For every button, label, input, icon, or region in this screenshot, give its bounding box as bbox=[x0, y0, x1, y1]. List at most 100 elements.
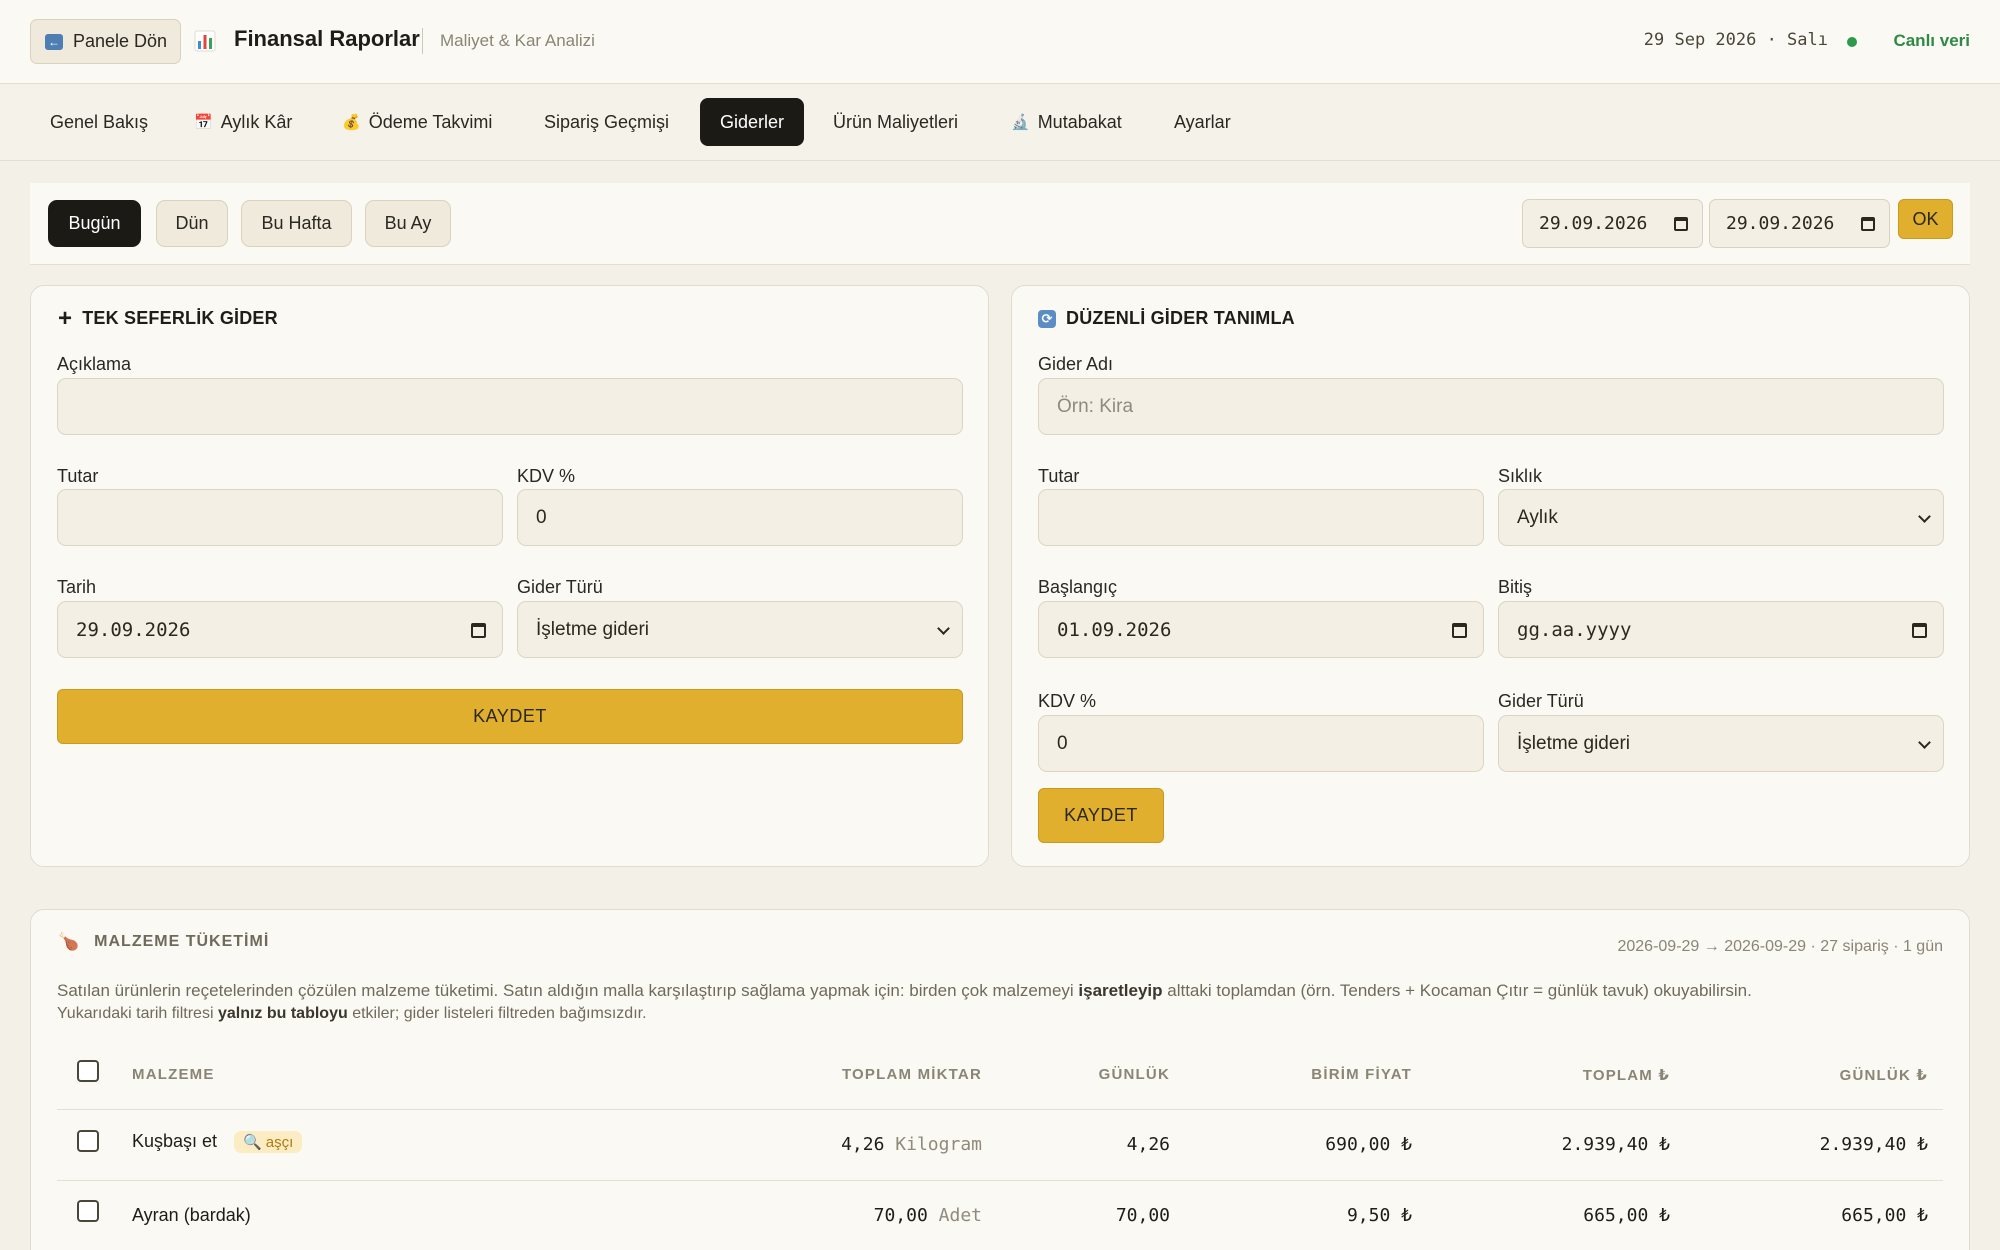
header-date: 29 Sep 2026 · Salı bbox=[1643, 30, 1828, 50]
desc-bold-text: işaretleyip bbox=[1078, 981, 1163, 1000]
page-title: Finansal Raporlar bbox=[234, 26, 420, 51]
apply-date-button[interactable]: OK bbox=[1898, 199, 1953, 239]
one-time-expense-card bbox=[30, 285, 989, 867]
vat-input[interactable]: 0 bbox=[517, 489, 963, 546]
column-header-unit-price: BİRİM FİYAT bbox=[1311, 1066, 1412, 1083]
date-filter-bar: Bugün Dün Bu Hafta Bu Ay 29.09.2026 29.0… bbox=[30, 183, 1970, 265]
tab-product-costs[interactable]: Ürün Maliyetleri bbox=[813, 98, 978, 146]
tab-payment-calendar[interactable]: 💰 Ödeme Takvimi bbox=[322, 98, 512, 146]
table-divider bbox=[57, 1109, 1943, 1110]
refresh-icon: ⟳ bbox=[1038, 309, 1056, 328]
recurring-vat-input[interactable]: 0 bbox=[1038, 715, 1484, 772]
recurring-type-label: Gider Türü bbox=[1498, 691, 1584, 711]
consumption-description: Satılan ürünlerin reçetelerinden çözülen… bbox=[57, 977, 1947, 1005]
range-yesterday-button[interactable]: Dün bbox=[156, 200, 228, 247]
range-this-week-button[interactable]: Bu Hafta bbox=[241, 200, 352, 247]
page-subtitle: Maliyet & Kar Analizi bbox=[440, 31, 595, 50]
recurring-type-value: İşletme gideri bbox=[1517, 732, 1630, 754]
recurring-end-input[interactable]: gg.aa.yyyy bbox=[1498, 601, 1944, 658]
column-header-daily-try: GÜNLÜK ₺ bbox=[1839, 1067, 1928, 1084]
select-all-checkbox[interactable] bbox=[77, 1060, 99, 1082]
quantity-value: 4,26 bbox=[841, 1134, 885, 1155]
back-to-panel-button[interactable]: ← Panele Dön bbox=[30, 19, 181, 64]
quantity-unit: Adet bbox=[938, 1205, 982, 1226]
header: ← Panele Dön Finansal Raporlar Maliyet &… bbox=[0, 0, 2000, 84]
date-label: Tarih bbox=[57, 577, 97, 597]
start-date-value: 29.09.2026 bbox=[1539, 213, 1648, 234]
desc-bold-text: yalnız bu tabloyu bbox=[217, 1005, 348, 1022]
end-date-value: 29.09.2026 bbox=[1726, 213, 1835, 234]
recurring-vat-value: 0 bbox=[1057, 732, 1068, 754]
quantity-unit: Kilogram bbox=[895, 1134, 982, 1155]
chevron-down-icon bbox=[1918, 510, 1931, 523]
back-arrow-icon: ← bbox=[45, 33, 63, 50]
frequency-select[interactable]: Aylık bbox=[1498, 489, 1944, 546]
tab-monthly-profit[interactable]: 📅 Aylık Kâr bbox=[174, 98, 312, 146]
consumption-filter-note: Yukarıdaki tarih filtresi yalnız bu tabl… bbox=[57, 1005, 647, 1023]
money-bag-icon: 💰 bbox=[342, 114, 361, 131]
vat-value: 0 bbox=[536, 506, 547, 528]
expense-type-select[interactable]: İşletme gideri bbox=[517, 601, 963, 658]
total-quantity-cell: 70,00 Adet bbox=[742, 1205, 982, 1226]
tab-expenses[interactable]: Giderler bbox=[700, 98, 805, 146]
tab-settings[interactable]: Ayarlar bbox=[1154, 98, 1251, 146]
quantity-value: 70,00 bbox=[873, 1205, 928, 1226]
tab-reconciliation[interactable]: 🔬 Mutabakat bbox=[991, 98, 1142, 146]
recurring-start-value: 01.09.2026 bbox=[1057, 618, 1172, 641]
table-row-material: Kuşbaşı et 🔍 aşçı bbox=[132, 1131, 303, 1154]
expense-name-label: Gider Adı bbox=[1038, 354, 1114, 374]
live-dot-icon bbox=[1847, 37, 1857, 47]
daily-try-cell: 2.939,40 ₺ bbox=[1819, 1134, 1928, 1155]
column-header-material: MALZEME bbox=[132, 1066, 215, 1083]
badge-label: aşçı bbox=[265, 1133, 294, 1151]
tab-label: Mutabakat bbox=[1037, 111, 1122, 132]
daily-cell: 4,26 bbox=[1126, 1134, 1170, 1155]
tab-overview[interactable]: Genel Bakış bbox=[30, 98, 168, 146]
save-one-time-button[interactable]: KAYDET bbox=[57, 689, 963, 744]
drumstick-icon: 🍗 bbox=[58, 932, 81, 951]
chevron-down-icon bbox=[1918, 736, 1931, 749]
range-this-month-button[interactable]: Bu Ay bbox=[365, 200, 451, 247]
expense-name-input[interactable]: Örn: Kira bbox=[1038, 378, 1944, 435]
chevron-down-icon bbox=[937, 622, 950, 635]
tab-label: Ödeme Takvimi bbox=[368, 111, 493, 132]
tab-label: Sipariş Geçmişi bbox=[544, 111, 670, 132]
recurring-amount-input[interactable] bbox=[1038, 489, 1484, 546]
save-recurring-button[interactable]: KAYDET bbox=[1038, 788, 1164, 843]
amount-input[interactable] bbox=[57, 489, 503, 546]
card-title-text: MALZEME TÜKETİMİ bbox=[94, 933, 270, 950]
range-today-button[interactable]: Bugün bbox=[48, 200, 141, 247]
tab-label: Genel Bakış bbox=[50, 111, 149, 132]
desc-text: Satılan ürünlerin reçetelerinden çözülen… bbox=[57, 981, 1079, 1000]
column-header-total-quantity: TOPLAM MİKTAR bbox=[841, 1066, 982, 1083]
recurring-start-input[interactable]: 01.09.2026 bbox=[1038, 601, 1484, 658]
column-header-total-try: TOPLAM ₺ bbox=[1582, 1067, 1670, 1084]
frequency-value: Aylık bbox=[1517, 506, 1558, 528]
desc-text: alttaki toplamdan (örn. Tenders + Kocama… bbox=[1162, 981, 1752, 1000]
expense-type-label: Gider Türü bbox=[517, 577, 603, 597]
back-button-label: Panele Dön bbox=[73, 31, 168, 51]
table-row-material: Ayran (bardak) bbox=[132, 1205, 251, 1225]
start-date-input[interactable]: 29.09.2026 bbox=[1522, 199, 1703, 248]
tab-order-history[interactable]: Sipariş Geçmişi bbox=[524, 98, 689, 146]
tab-label: Ayarlar bbox=[1174, 111, 1231, 132]
total-try-cell: 2.939,40 ₺ bbox=[1561, 1134, 1670, 1155]
daily-cell: 70,00 bbox=[1115, 1205, 1170, 1226]
row-checkbox[interactable] bbox=[77, 1200, 99, 1222]
end-date-input[interactable]: 29.09.2026 bbox=[1709, 199, 1890, 248]
bar-chart-icon bbox=[194, 30, 216, 52]
calendar-icon bbox=[1674, 217, 1688, 231]
recurring-vat-label: KDV % bbox=[1038, 691, 1097, 711]
total-try-cell: 665,00 ₺ bbox=[1583, 1205, 1670, 1226]
one-time-expense-title: + TEK SEFERLİK GİDER bbox=[58, 306, 278, 330]
recurring-type-select[interactable]: İşletme gideri bbox=[1498, 715, 1944, 772]
calendar-icon bbox=[1861, 217, 1875, 231]
desc-text: Yukarıdaki tarih filtresi bbox=[57, 1005, 218, 1022]
daily-try-cell: 665,00 ₺ bbox=[1841, 1205, 1928, 1226]
consumption-meta: 2026-09-29 → 2026-09-29 · 27 sipariş · 1… bbox=[1617, 938, 1943, 955]
live-data-label: Canlı veri bbox=[1893, 31, 1970, 50]
tab-label: Giderler bbox=[720, 111, 785, 132]
row-checkbox[interactable] bbox=[77, 1130, 99, 1152]
description-input[interactable] bbox=[57, 378, 963, 435]
expense-date-input[interactable]: 29.09.2026 bbox=[57, 601, 503, 658]
